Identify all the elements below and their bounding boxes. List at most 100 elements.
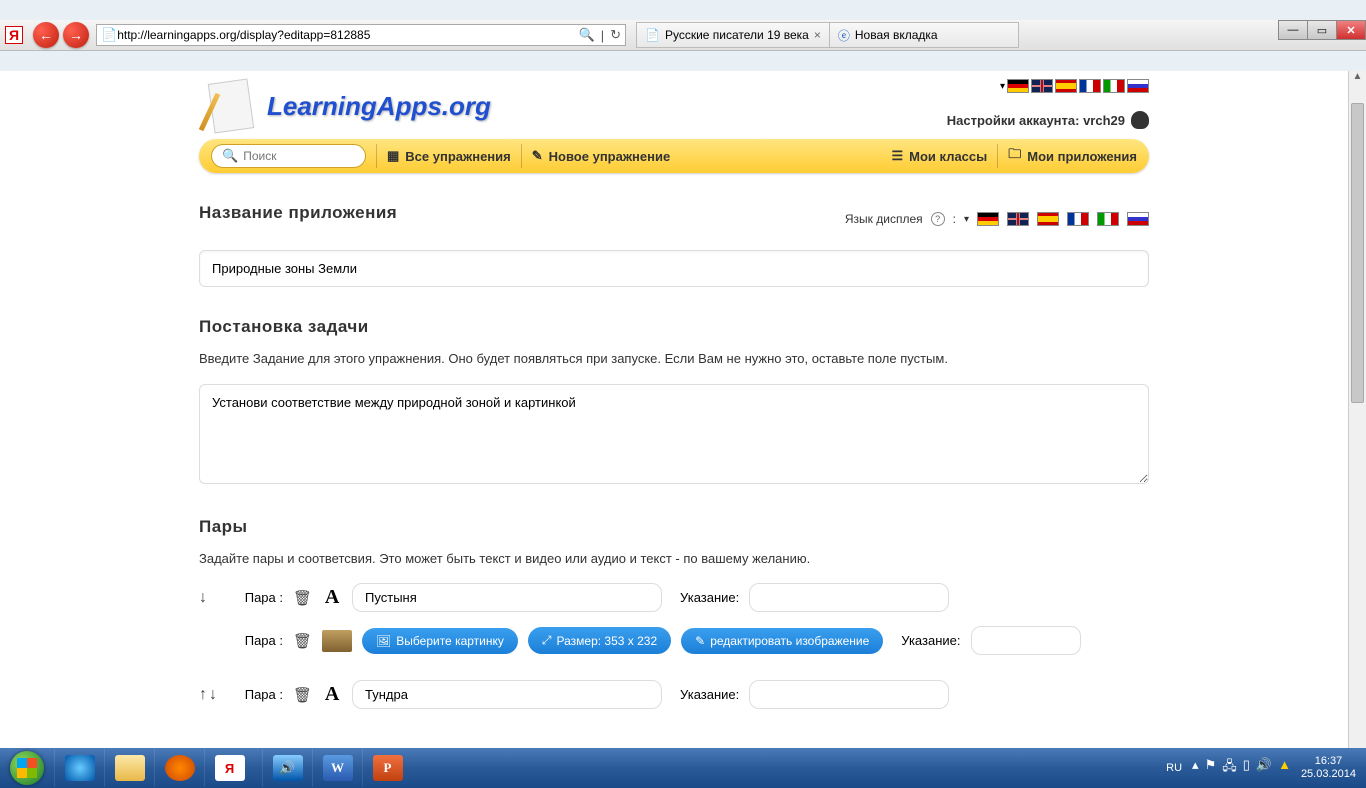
search-input[interactable] <box>243 149 355 163</box>
window-minimize[interactable]: — <box>1278 20 1308 40</box>
tray-chevron-icon[interactable]: ▴ <box>1192 757 1199 779</box>
nav-forward-button[interactable]: → <box>63 22 89 48</box>
tab-close-icon[interactable]: × <box>814 28 821 42</box>
pair-label: Пара : <box>233 590 283 605</box>
nav-label: Мои приложения <box>1027 149 1137 164</box>
pair-text-input[interactable] <box>352 680 662 709</box>
nav-all-exercises[interactable]: ▦ Все упражнения <box>387 148 511 164</box>
flag-fr[interactable] <box>1079 79 1101 93</box>
flag-es[interactable] <box>1055 79 1077 93</box>
nav-back-button[interactable]: ← <box>33 22 59 48</box>
pair-row: Пара : 🗑 🖼 Выберите картинку ⤢ Размер: 3… <box>199 626 1149 655</box>
hint-input[interactable] <box>971 626 1081 655</box>
text-type-icon[interactable]: A <box>322 586 342 609</box>
edit-icon: ✎ <box>695 634 705 648</box>
pair-row: ↑ ↓ Пара : 🗑 A Указание: <box>199 680 1149 709</box>
delete-icon[interactable]: 🗑 <box>293 632 312 650</box>
flag-de[interactable] <box>977 212 999 226</box>
content-area: LearningApps.org ▾ Настройки аккаунта: v… <box>0 71 1348 748</box>
taskbar-yandex[interactable]: Я <box>204 749 254 787</box>
scrollbar-thumb[interactable] <box>1351 103 1364 403</box>
help-icon[interactable]: ? <box>931 212 945 226</box>
separator: | <box>601 28 604 43</box>
button-label: Выберите картинку <box>396 634 504 648</box>
flag-it[interactable] <box>1097 212 1119 226</box>
nav-new-exercise[interactable]: ✎ Новое упражнение <box>532 148 670 164</box>
tray-flag-icon[interactable]: ⚑ <box>1205 757 1217 779</box>
hint-label: Указание: <box>680 687 739 702</box>
refresh-icon[interactable]: ↻ <box>610 27 621 43</box>
nav-my-apps[interactable]: 🗀 Мои приложения <box>1008 145 1137 167</box>
search-box[interactable]: 🔍 <box>211 144 366 168</box>
pair-text-input[interactable] <box>352 583 662 612</box>
edit-icon: ✎ <box>532 148 543 164</box>
chevron-down-icon[interactable]: ▾ <box>964 214 969 225</box>
tab-2[interactable]: ⓔ Новая вкладка <box>829 22 1019 48</box>
image-thumbnail[interactable] <box>322 630 352 652</box>
start-button[interactable] <box>0 748 54 788</box>
account-settings-link[interactable]: Настройки аккаунта: vrch29 <box>947 111 1149 129</box>
tab-label: Новая вкладка <box>855 28 938 42</box>
window-controls: — ▭ ✕ <box>1279 20 1366 40</box>
hint-input[interactable] <box>749 583 949 612</box>
window-close[interactable]: ✕ <box>1336 20 1366 40</box>
chevron-down-icon[interactable]: ▾ <box>1000 81 1005 92</box>
search-icon[interactable]: 🔍 <box>579 27 595 43</box>
clock-time: 16:37 <box>1301 755 1356 768</box>
pair-label: Пара : <box>233 687 283 702</box>
tray-drive-icon[interactable]: ▲ <box>1278 757 1291 779</box>
flag-es[interactable] <box>1037 212 1059 226</box>
tray-battery-icon[interactable]: ▯ <box>1243 757 1250 779</box>
taskbar-clock[interactable]: 16:37 25.03.2014 <box>1301 755 1356 781</box>
address-bar[interactable]: 📄 🔍 | ↻ <box>96 24 626 46</box>
flag-de[interactable] <box>1007 79 1029 93</box>
input-language[interactable]: RU <box>1166 762 1182 774</box>
flag-ru[interactable] <box>1127 212 1149 226</box>
flag-fr[interactable] <box>1067 212 1089 226</box>
taskbar-mediaplayer[interactable] <box>154 749 204 787</box>
nav-my-classes[interactable]: ☰ Мои классы <box>892 148 988 164</box>
delete-icon[interactable]: 🗑 <box>293 589 312 607</box>
taskbar-powerpoint[interactable]: P <box>362 749 412 787</box>
image-size-button[interactable]: ⤢ Размер: 353 x 232 <box>528 627 671 654</box>
url-input[interactable] <box>117 28 578 42</box>
delete-icon[interactable]: 🗑 <box>293 686 312 704</box>
grid-icon: ▦ <box>387 148 399 164</box>
move-up-icon[interactable]: ↑ <box>199 686 207 704</box>
select-image-button[interactable]: 🖼 Выберите картинку <box>362 628 518 654</box>
flag-en[interactable] <box>1031 79 1053 93</box>
window-maximize[interactable]: ▭ <box>1307 20 1337 40</box>
task-description: Введите Задание для этого упражнения. Он… <box>199 349 1149 369</box>
button-label: Размер: 353 x 232 <box>557 634 658 648</box>
app-title-input[interactable] <box>199 250 1149 287</box>
language-selector-top: ▾ <box>947 79 1149 93</box>
folder-icon: 🗀 <box>1008 145 1021 167</box>
taskbar-explorer[interactable] <box>104 749 154 787</box>
text-type-icon[interactable]: A <box>322 683 342 706</box>
site-logo[interactable]: LearningApps.org <box>199 79 491 134</box>
vertical-scrollbar[interactable]: ▲ <box>1348 71 1366 748</box>
section-heading-title: Название приложения <box>199 203 397 223</box>
flag-en[interactable] <box>1007 212 1029 226</box>
taskbar-word[interactable]: W <box>312 749 362 787</box>
flag-ru[interactable] <box>1127 79 1149 93</box>
tray-volume-icon[interactable]: 🔊 <box>1256 757 1272 779</box>
taskbar-ie[interactable] <box>54 749 104 787</box>
scroll-up-icon[interactable]: ▲ <box>1349 71 1366 87</box>
flag-it[interactable] <box>1103 79 1125 93</box>
tab-label: Русские писатели 19 века <box>665 28 809 42</box>
taskbar-sound[interactable]: 🔊 <box>262 749 312 787</box>
task-textarea[interactable]: Установи соответствие между природной зо… <box>199 384 1149 484</box>
nav-label: Новое упражнение <box>549 149 671 164</box>
edit-image-button[interactable]: ✎ редактировать изображение <box>681 628 883 654</box>
tray-network-icon[interactable]: 🖧 <box>1222 757 1237 779</box>
logo-text: LearningApps.org <box>267 91 491 122</box>
yandex-icon[interactable]: Я <box>5 26 23 44</box>
nav-label: Мои классы <box>909 149 987 164</box>
move-down-icon[interactable]: ↓ <box>199 589 207 607</box>
tab-1[interactable]: 📄 Русские писатели 19 века × <box>636 22 830 48</box>
move-down-icon[interactable]: ↓ <box>209 686 217 704</box>
pair-label: Пара : <box>233 633 283 648</box>
search-icon: 🔍 <box>222 148 238 164</box>
hint-input[interactable] <box>749 680 949 709</box>
